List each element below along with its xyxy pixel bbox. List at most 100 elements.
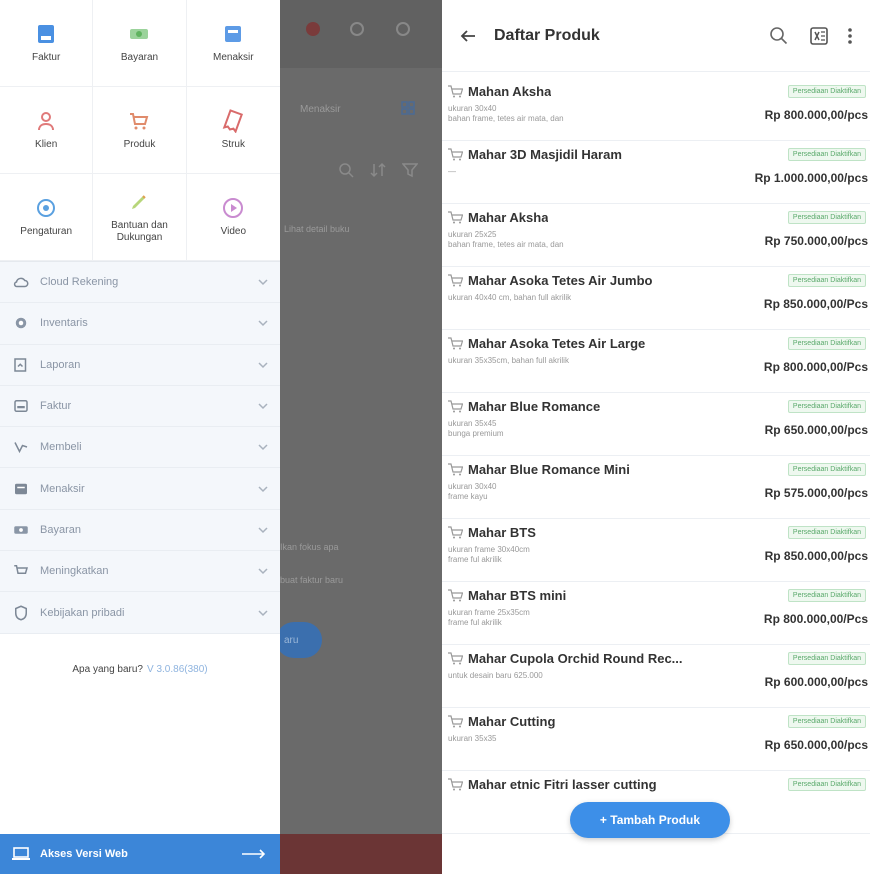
product-name-text: Mahar BTS mini xyxy=(468,588,567,603)
product-price: Rp 575.000,00/pcs xyxy=(764,486,868,500)
grid-item-video[interactable]: Video xyxy=(186,174,280,261)
filter-icon xyxy=(402,163,418,178)
product-row[interactable]: Mahan Aksha ukuran 30x40 bahan frame, tete… xyxy=(442,78,870,141)
grid-item-label: Bantuan dan Dukungan xyxy=(111,220,168,243)
menu-item-label: Membeli xyxy=(40,441,82,454)
product-name: Mahar Blue Romance Mini xyxy=(448,462,748,477)
whats-new-link[interactable]: Apa yang baru? V 3.0.86(380) xyxy=(0,664,280,675)
settings-icon xyxy=(37,199,56,217)
product-row[interactable]: Mahar Cutting ukuran 35x35 Persediaan Diak… xyxy=(442,708,870,771)
menu-item-menaksir[interactable]: Menaksir xyxy=(0,468,280,510)
more-vertical-icon[interactable] xyxy=(844,25,856,47)
chevron-down-icon xyxy=(258,362,268,368)
product-row[interactable]: Mahar Asoka Tetes Air Jumbo ukuran 40x40 … xyxy=(442,267,870,330)
product-row[interactable]: Mahar Cupola Orchid Round Rec... untuk de… xyxy=(442,645,870,708)
product-name-text: Mahar Blue Romance xyxy=(468,399,601,414)
product-name: Mahar Cupola Orchid Round Rec... xyxy=(448,651,748,666)
arrow-right-icon xyxy=(242,849,266,859)
inventory-status-badge: Persediaan Diaktifkan xyxy=(787,778,866,791)
product-row[interactable]: Mahar Blue Romance ukuran 35x45 bunga prem… xyxy=(442,393,870,456)
grid-item-klien[interactable]: Klien xyxy=(0,87,94,174)
product-price: Rp 800.000,00/Pcs xyxy=(763,612,868,626)
product-list: Mahan Aksha ukuran 30x40 bahan frame, tete… xyxy=(442,78,870,834)
inventory-status-badge: Persediaan Diaktifkan xyxy=(787,463,866,476)
grid-item-struk[interactable]: Struk xyxy=(186,87,280,174)
inventory-icon xyxy=(15,318,27,329)
search-icon xyxy=(339,163,354,178)
cart-icon xyxy=(130,113,149,130)
product-row[interactable]: Mahar Blue Romance Mini ukuran 30x40 frame… xyxy=(442,456,870,519)
menu-item-kebijakan-pribadi[interactable]: Kebijakan pribadi xyxy=(0,592,280,634)
background-text-b: buat faktur baru xyxy=(280,575,344,585)
chevron-down-icon xyxy=(258,444,268,451)
product-name-text: Mahar BTS xyxy=(468,525,536,540)
upgrade-cart-icon xyxy=(14,565,28,575)
cart-icon xyxy=(448,211,463,224)
menu-item-laporan[interactable]: Laporan xyxy=(0,345,280,386)
background-tab: Menaksir xyxy=(300,104,341,115)
menu-item-label: Laporan xyxy=(40,358,81,371)
add-product-button[interactable]: + Tambah Produk xyxy=(570,802,730,838)
inventory-status-badge: Persediaan Diaktifkan xyxy=(787,526,866,539)
app-screen: Faktur Bayaran Menaksir Klien Produk Str… xyxy=(0,0,870,874)
cart-icon xyxy=(448,778,463,791)
grid-item-bayaran[interactable]: Bayaran xyxy=(93,0,187,87)
product-name-text: Mahar Cutting xyxy=(468,714,556,729)
estimate-icon xyxy=(15,483,27,494)
background-create-button: aru xyxy=(280,622,322,658)
product-name: Mahan Aksha xyxy=(448,84,748,99)
menu-item-meningkatkan[interactable]: Meningkatkan xyxy=(0,551,280,593)
invoice-icon xyxy=(38,25,55,43)
chevron-down-icon xyxy=(258,527,268,533)
web-access-button[interactable]: Akses Versi Web xyxy=(0,834,280,874)
product-price: Rp 600.000,00/pcs xyxy=(764,675,868,689)
product-name-text: Mahar Asoka Tetes Air Jumbo xyxy=(468,273,653,288)
grid-item-bantuan[interactable]: Bantuan dan Dukungan xyxy=(93,174,187,261)
grid-item-label: Struk xyxy=(221,139,245,150)
product-row[interactable]: Mahar BTS ukuran frame 30x40cm frame ful a… xyxy=(442,519,870,582)
chevron-down-icon xyxy=(258,486,268,492)
menu-item-membeli[interactable]: Membeli xyxy=(0,427,280,469)
product-name-text: Mahar 3D Masjidil Haram xyxy=(468,147,622,162)
chevron-down-icon xyxy=(258,279,268,286)
product-name: Mahar Asoka Tetes Air Large xyxy=(448,336,748,351)
cart-icon xyxy=(448,715,463,728)
menu-item-cloud-rekening[interactable]: Cloud Rekening xyxy=(0,262,280,304)
product-price: Rp 850.000,00/pcs xyxy=(764,549,868,563)
menu-item-bayaran[interactable]: Bayaran xyxy=(0,510,280,552)
background-bottom-bar xyxy=(280,834,442,874)
background-hint: Lihat detail buku xyxy=(284,224,350,234)
product-row[interactable]: Mahar 3D Masjidil Haram — Persediaan Diakt… xyxy=(442,141,870,204)
menu-item-label: Menaksir xyxy=(40,482,85,495)
product-price: Rp 800.000,00/pcs xyxy=(764,108,868,122)
search-icon[interactable] xyxy=(768,25,790,47)
inventory-status-badge: Persediaan Diaktifkan xyxy=(787,148,866,161)
back-arrow-icon[interactable] xyxy=(458,26,478,46)
menu-item-faktur[interactable]: Faktur xyxy=(0,386,280,428)
product-name: Mahar Aksha xyxy=(448,210,748,225)
navigation-drawer: Faktur Bayaran Menaksir Klien Produk Str… xyxy=(0,0,280,874)
grid-item-produk[interactable]: Produk xyxy=(93,87,187,174)
inventory-status-badge: Persediaan Diaktifkan xyxy=(787,337,866,350)
money-icon xyxy=(14,526,28,534)
menu-item-label: Bayaran xyxy=(40,523,81,536)
product-name-text: Mahar Cupola Orchid Round Rec... xyxy=(468,651,683,666)
product-name-text: Mahan Aksha xyxy=(468,84,552,99)
grid-item-label: Produk xyxy=(123,139,156,150)
product-name-text: Mahar Asoka Tetes Air Large xyxy=(468,336,646,351)
cart-icon xyxy=(448,148,463,161)
product-name-text: Mahar Blue Romance Mini xyxy=(468,462,630,477)
laptop-icon xyxy=(12,847,30,860)
background-text-a: Ikan fokus apa xyxy=(280,542,339,552)
dimmed-background-screen[interactable]: Menaksir Lihat detail buku Ikan fokus ap… xyxy=(280,0,442,874)
grid-item-menaksir[interactable]: Menaksir xyxy=(186,0,280,87)
grid-item-pengaturan[interactable]: Pengaturan xyxy=(0,174,94,261)
product-row[interactable]: Mahar Aksha ukuran 25x25 bahan frame, tete… xyxy=(442,204,870,267)
excel-export-icon[interactable] xyxy=(808,25,830,47)
menu-item-inventaris[interactable]: Inventaris xyxy=(0,303,280,345)
product-row[interactable]: Mahar BTS mini ukuran frame 25x35cm frame … xyxy=(442,582,870,645)
grid-item-faktur[interactable]: Faktur xyxy=(0,0,94,87)
product-row[interactable]: Mahar Asoka Tetes Air Large ukuran 35x35c… xyxy=(442,330,870,393)
product-name: Mahar Cutting xyxy=(448,714,748,729)
page-title: Daftar Produk xyxy=(494,26,600,44)
